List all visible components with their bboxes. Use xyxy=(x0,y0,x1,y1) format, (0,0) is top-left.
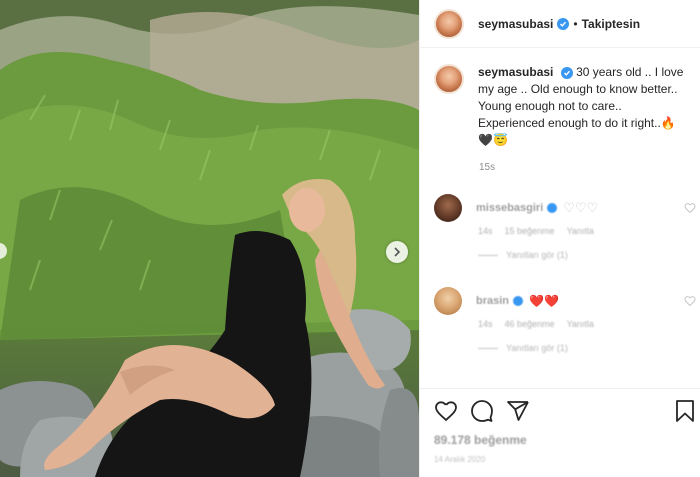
save-icon[interactable] xyxy=(673,399,697,423)
view-replies-label[interactable]: Yanıtları gör (1) xyxy=(506,343,568,353)
comment-item: brasin ❤️❤️ 14s 46 beğenme Yanıtla Yanıt… xyxy=(434,287,700,353)
post-timestamp: 15s xyxy=(479,162,496,173)
verified-icon xyxy=(560,66,573,79)
comment-likes[interactable]: 46 beğenme xyxy=(505,319,555,329)
view-replies[interactable]: Yanıtları gör (1) xyxy=(478,343,700,353)
post-header: seymasubasi • Takiptesin xyxy=(420,0,700,48)
avatar[interactable] xyxy=(434,64,464,94)
divider xyxy=(478,254,498,256)
photo-scene xyxy=(0,0,419,477)
post-photo[interactable] xyxy=(0,0,419,477)
view-replies-label[interactable]: Yanıtları gör (1) xyxy=(506,250,568,260)
comment-username[interactable]: missebasgiri xyxy=(476,202,543,214)
header-username[interactable]: seymasubasi xyxy=(478,17,553,31)
comment-username[interactable]: brasin xyxy=(476,295,509,307)
heart-icon[interactable] xyxy=(684,202,696,214)
reply-button[interactable]: Yanıtla xyxy=(567,226,594,236)
heart-icon[interactable] xyxy=(684,295,696,307)
share-icon[interactable] xyxy=(506,399,530,423)
caption: seymasubasi 30 years old .. I love my ag… xyxy=(434,64,694,149)
follow-status-button[interactable]: Takiptesin xyxy=(582,17,640,31)
avatar[interactable] xyxy=(434,194,462,222)
comment-likes[interactable]: 15 beğenme xyxy=(505,226,555,236)
separator-dot: • xyxy=(573,16,578,31)
action-bar: 89.178 beğenme 14 Aralık 2020 xyxy=(420,388,700,477)
verified-icon xyxy=(513,296,524,306)
likes-count[interactable]: 89.178 beğenme xyxy=(434,433,700,447)
heart-icon[interactable] xyxy=(434,399,458,423)
divider xyxy=(478,347,498,349)
view-replies[interactable]: Yanıtları gör (1) xyxy=(478,250,700,260)
verified-icon xyxy=(547,203,558,213)
action-icons xyxy=(420,389,700,423)
comment-emojis: ❤️❤️ xyxy=(529,294,559,308)
post-date: 14 Aralık 2020 xyxy=(434,455,486,464)
comment-age: 14s xyxy=(478,319,493,329)
caption-username[interactable]: seymasubasi xyxy=(478,65,553,79)
comment-meta: 14s 15 beğenme Yanıtla xyxy=(478,226,700,236)
comment-item: missebasgiri ♡♡♡ 14s 15 beğenme Yanıtla … xyxy=(434,194,700,260)
comment-emojis: ♡♡♡ xyxy=(563,200,599,215)
post-side-panel: seymasubasi • Takiptesin seymasubasi 30 … xyxy=(419,0,700,477)
carousel-next-button[interactable] xyxy=(386,241,408,263)
verified-icon xyxy=(557,17,570,30)
comment-meta: 14s 46 beğenme Yanıtla xyxy=(478,319,700,329)
chevron-right-icon xyxy=(394,247,401,257)
comment-icon[interactable] xyxy=(470,399,494,423)
avatar[interactable] xyxy=(434,287,462,315)
caption-text-block: seymasubasi 30 years old .. I love my ag… xyxy=(478,64,688,149)
avatar[interactable] xyxy=(434,8,464,39)
comment-age: 14s xyxy=(478,226,493,236)
reply-button[interactable]: Yanıtla xyxy=(567,319,594,329)
